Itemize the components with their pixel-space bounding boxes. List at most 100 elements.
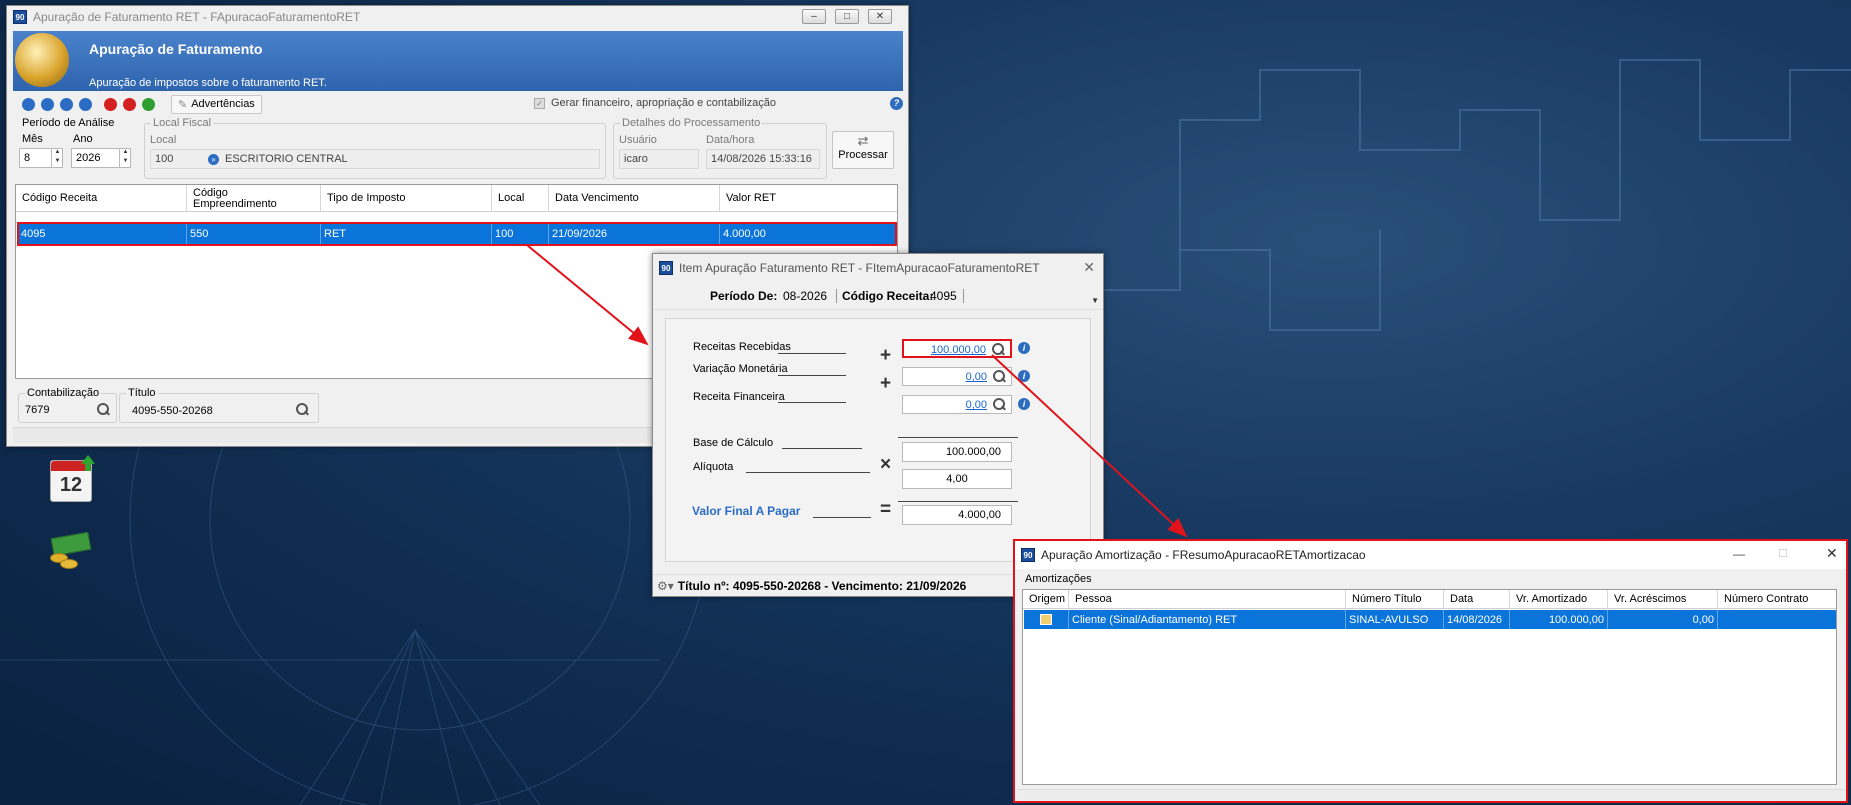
minimize-button[interactable]: —	[1733, 547, 1745, 561]
calendar-number: 12	[59, 474, 83, 496]
data-cell: 14/08/2026	[1444, 610, 1510, 629]
app-icon: 90	[1021, 548, 1035, 562]
app-icon: 90	[13, 10, 27, 24]
info-icon[interactable]: i	[1018, 370, 1030, 382]
local-label: Local	[150, 134, 177, 146]
dropdown-icon[interactable]: ▼	[1091, 296, 1099, 305]
ano-spinner[interactable]: ▲ ▼	[119, 148, 131, 168]
amort-header-cell[interactable]: Pessoa	[1069, 590, 1346, 609]
money-icon[interactable]	[48, 531, 94, 573]
maximize-button[interactable]: □	[835, 9, 859, 24]
minimize-button[interactable]: –	[802, 9, 826, 24]
mes-value: 8	[24, 152, 31, 164]
amortizacao-window: 90 Apuração Amortização - FResumoApuraca…	[1013, 539, 1848, 803]
financeira-value[interactable]: 0,00	[966, 399, 987, 411]
amort-grid: Origem Pessoa Número Título Data Vr. Amo…	[1022, 589, 1837, 785]
amort-header-cell[interactable]: Vr. Acréscimos	[1608, 590, 1718, 609]
app-icon: 90	[659, 261, 673, 275]
aliquota-field[interactable]: 4,00	[902, 469, 1012, 489]
row-highlight-box	[17, 222, 897, 246]
plus-sign: +	[880, 345, 892, 366]
numero-titulo-cell: SINAL-AVULSO	[1346, 610, 1444, 629]
receitas-field[interactable]: 100.000,00	[902, 339, 1012, 358]
contabilizacao-value: 7679	[25, 404, 50, 416]
pessoa-cell: Cliente (Sinal/Adiantamento) RET	[1069, 610, 1346, 629]
mes-spinner[interactable]: ▲ ▼	[51, 148, 63, 168]
processar-button[interactable]: ⇄ Processar	[832, 131, 894, 169]
amort-header-cell[interactable]: Número Contrato	[1718, 590, 1836, 609]
warning-icon: ✎	[178, 98, 188, 111]
contabilizacao-label: Contabilização	[25, 387, 102, 399]
footer-tools-icon[interactable]: ⚙▾	[657, 579, 674, 593]
advertencias-button[interactable]: ✎ Advertências	[171, 94, 262, 114]
close-button[interactable]: ✕	[1826, 545, 1838, 562]
titulo-value: 4095-550-20268	[132, 405, 213, 417]
aliquota-line	[746, 472, 870, 473]
lookup-arrow-icon[interactable]: »	[208, 154, 219, 165]
grid-header-cell[interactable]: Tipo de Imposto	[321, 185, 492, 212]
close-button[interactable]: ✕	[868, 9, 892, 24]
cancel-button[interactable]	[123, 97, 136, 111]
info-icon[interactable]: i	[1018, 342, 1030, 354]
sum-divider	[898, 437, 1018, 438]
search-icon[interactable]	[97, 403, 110, 416]
maximize-button[interactable]: □	[1779, 545, 1787, 560]
next-record-button[interactable]	[60, 97, 73, 111]
advertencias-label: Advertências	[191, 98, 255, 110]
titulo-group: Título 4095-550-20268	[119, 387, 319, 423]
first-record-button[interactable]	[22, 97, 35, 111]
banner-subtitle: Apuração de impostos sobre o faturamento…	[89, 77, 327, 89]
variacao-value[interactable]: 0,00	[966, 371, 987, 383]
amort-header-cell[interactable]: Número Título	[1346, 590, 1444, 609]
variacao-line	[778, 375, 846, 376]
prev-record-button[interactable]	[41, 97, 54, 111]
search-icon[interactable]	[993, 370, 1006, 383]
grid-header-cell[interactable]: Data Vencimento	[549, 185, 720, 212]
banner-title: Apuração de Faturamento	[89, 41, 263, 57]
gerar-checkbox[interactable]: ✓	[534, 98, 545, 109]
search-icon[interactable]	[993, 398, 1006, 411]
grid-header-cell[interactable]: Valor RET	[720, 185, 897, 212]
table-row[interactable]: Cliente (Sinal/Adiantamento) RET SINAL-A…	[1024, 610, 1836, 629]
grid-header-cell[interactable]: Local	[492, 185, 549, 212]
refresh-icon: ⇄	[857, 133, 869, 148]
grid-header-cell[interactable]: Código Receita	[16, 185, 187, 212]
amort-header-cell[interactable]: Origem	[1023, 590, 1069, 609]
main-titlebar: 90 Apuração de Faturamento RET - FApurac…	[7, 6, 908, 28]
grid-header-cell[interactable]: Código Empreendimento	[187, 185, 321, 212]
datahora-field: 14/08/2026 15:33:16	[706, 149, 820, 169]
amort-header-cell[interactable]: Data	[1444, 590, 1510, 609]
receitas-label: Receitas Recebidas	[693, 341, 791, 353]
amort-grid-header: Origem Pessoa Número Título Data Vr. Amo…	[1023, 590, 1836, 609]
amort-title: Apuração Amortização - FResumoApuracaoRE…	[1041, 548, 1366, 562]
info-icon[interactable]: i	[1018, 398, 1030, 410]
base-field: 100.000,00	[902, 442, 1012, 462]
local-code: 100	[155, 153, 174, 165]
calendar-icon[interactable]: 12	[50, 455, 95, 502]
local-name: ESCRITORIO CENTRAL	[225, 153, 348, 165]
vr-amortizado-cell: 100.000,00	[1510, 610, 1608, 629]
valor-final-line	[813, 517, 871, 518]
close-icon[interactable]: ✕	[1083, 259, 1095, 276]
local-fiscal-group-label: Local Fiscal	[151, 117, 214, 129]
coins-icon	[15, 33, 69, 87]
base-line	[782, 448, 862, 449]
search-icon[interactable]	[992, 343, 1005, 356]
last-record-button[interactable]	[79, 97, 92, 111]
base-label: Base de Cálculo	[693, 437, 774, 449]
aliquota-label: Alíquota	[693, 461, 734, 473]
search-icon[interactable]	[296, 403, 309, 416]
footer-text: Título nº: 4095-550-20268 - Vencimento: …	[677, 578, 967, 593]
delete-button[interactable]	[104, 97, 117, 111]
variacao-field[interactable]: 0,00	[902, 367, 1012, 386]
amort-header-cell[interactable]: Vr. Amortizado	[1510, 590, 1608, 609]
local-fiscal-group: Local Fiscal Local 100 » ESCRITORIO CENT…	[144, 117, 606, 179]
toolbar: ✎ Advertências ✓ Gerar financeiro, aprop…	[13, 93, 903, 115]
ano-label: Ano	[73, 133, 93, 145]
help-icon[interactable]: ?	[890, 97, 903, 110]
amort-section-label: Amortizações	[1025, 573, 1092, 585]
receitas-value[interactable]: 100.000,00	[931, 344, 986, 356]
confirm-button[interactable]	[142, 97, 155, 111]
financeira-field[interactable]: 0,00	[902, 395, 1012, 414]
detalhes-group-label: Detalhes do Processamento	[620, 117, 763, 129]
